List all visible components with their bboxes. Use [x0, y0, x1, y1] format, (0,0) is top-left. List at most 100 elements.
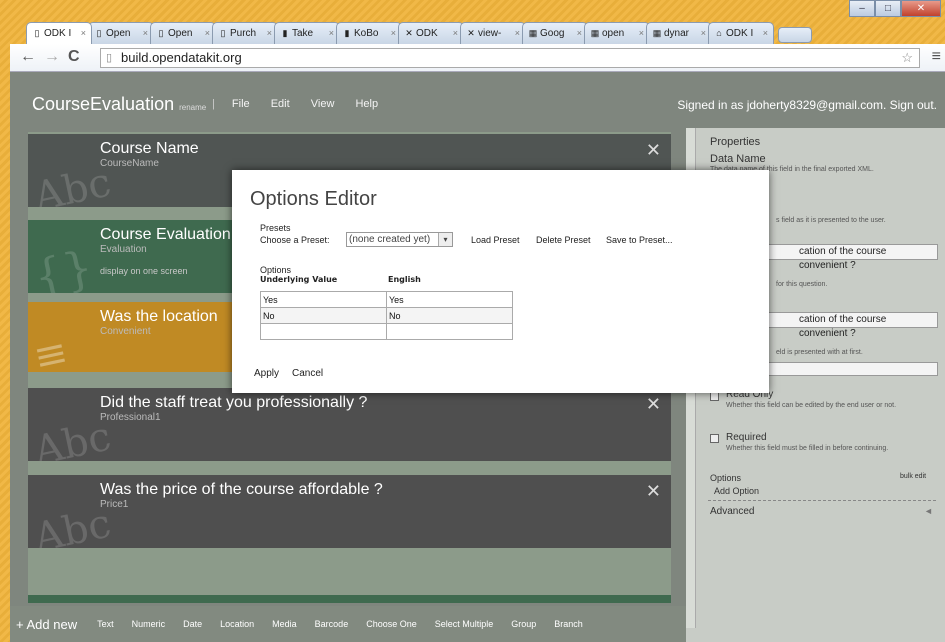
app-menu: | File Edit View Help: [212, 98, 396, 110]
load-preset-button[interactable]: Load Preset: [471, 235, 520, 245]
english-cell[interactable]: No: [386, 307, 513, 324]
home-icon: ⌂: [716, 28, 722, 38]
close-tab-icon[interactable]: ×: [329, 23, 334, 43]
add-text-button[interactable]: Text: [97, 619, 114, 629]
col-underlying-value: Underlying Value: [260, 275, 338, 284]
tab-5[interactable]: ▮ KoBo ×: [336, 22, 402, 44]
add-select-multiple-button[interactable]: Select Multiple: [435, 619, 494, 629]
tab-7[interactable]: ✕ view- ×: [460, 22, 526, 44]
wrench-menu-icon[interactable]: ≡: [932, 48, 941, 66]
maximize-button[interactable]: □: [875, 0, 901, 17]
question-card-price[interactable]: Abc Was the price of the course affordab…: [28, 475, 671, 548]
page-icon: ▯: [106, 52, 113, 64]
value-cell[interactable]: [260, 323, 387, 340]
tab-1[interactable]: ▯ Open ×: [88, 22, 154, 44]
card-subtitle: Convenient: [100, 326, 151, 337]
add-location-button[interactable]: Location: [220, 619, 254, 629]
choice-icon: ≡: [29, 329, 72, 372]
tab-3[interactable]: ▯ Purch ×: [212, 22, 278, 44]
card-title: Course Name: [100, 140, 199, 157]
menu-edit[interactable]: Edit: [271, 98, 290, 110]
close-tab-icon[interactable]: ×: [391, 23, 396, 43]
preset-select[interactable]: (none created yet) ▾: [346, 232, 453, 247]
google-icon: ▦: [590, 28, 600, 38]
minimize-button[interactable]: –: [849, 0, 875, 17]
hint-desc: for this question.: [776, 281, 828, 288]
close-tab-icon[interactable]: ×: [81, 23, 86, 43]
advanced-toggle[interactable]: Advanced: [710, 506, 754, 517]
add-date-button[interactable]: Date: [183, 619, 202, 629]
tab-strip: ▯ ODK I × ▯ Open × ▯ Open × ▯ Purch × ▮ Take × ▮ KoBo × ✕ O…: [26, 22, 812, 44]
add-option-link[interactable]: Add Option: [714, 486, 759, 496]
add-choose-one-button[interactable]: Choose One: [366, 619, 417, 629]
options-editor-dialog: Options Editor Presets Choose a Preset: …: [232, 170, 769, 393]
tab-label: view-: [478, 28, 502, 39]
close-tab-icon[interactable]: ×: [205, 23, 210, 43]
forward-arrow-icon[interactable]: →: [44, 49, 60, 65]
value-cell[interactable]: No: [260, 307, 387, 324]
close-tab-icon[interactable]: ×: [143, 23, 148, 43]
tab-0[interactable]: ▯ ODK I ×: [26, 22, 92, 44]
close-tab-icon[interactable]: ×: [701, 23, 706, 43]
add-numeric-button[interactable]: Numeric: [132, 619, 166, 629]
add-media-button[interactable]: Media: [272, 619, 297, 629]
save-preset-button[interactable]: Save to Preset...: [606, 235, 673, 245]
address-bar[interactable]: ▯ build.opendatakit.org ☆: [100, 48, 920, 68]
signed-in-status[interactable]: Signed in as jdoherty8329@gmail.com. Sig…: [677, 98, 937, 112]
label-desc: s field as it is presented to the user.: [776, 217, 886, 224]
tab-11[interactable]: ⌂ ODK I ×: [708, 22, 774, 44]
add-group-button[interactable]: Group: [511, 619, 536, 629]
close-icon[interactable]: ✕: [646, 394, 661, 415]
english-cell[interactable]: [386, 323, 513, 340]
question-card-staff[interactable]: Abc Did the staff treat you professional…: [28, 388, 671, 461]
add-new-label: + Add new: [16, 616, 78, 632]
tab-label: ODK I: [44, 28, 72, 39]
cancel-button[interactable]: Cancel: [292, 368, 323, 379]
tab-label: Purch: [230, 28, 257, 39]
delete-preset-button[interactable]: Delete Preset: [536, 235, 591, 245]
reload-icon[interactable]: C: [68, 49, 80, 65]
close-icon[interactable]: ✕: [646, 481, 661, 502]
close-tab-icon[interactable]: ×: [763, 23, 768, 43]
read-only-checkbox[interactable]: [710, 392, 719, 401]
apply-button[interactable]: Apply: [254, 368, 279, 379]
new-tab-button[interactable]: [778, 27, 812, 43]
back-arrow-icon[interactable]: ←: [20, 49, 36, 65]
card-subtitle: Professional1: [100, 412, 161, 423]
tab-2[interactable]: ▯ Open ×: [150, 22, 216, 44]
tab-8[interactable]: ▦ Goog ×: [522, 22, 588, 44]
value-cell[interactable]: Yes: [260, 291, 387, 308]
add-branch-button[interactable]: Branch: [554, 619, 583, 629]
tab-label: open: [602, 28, 625, 39]
close-tab-icon[interactable]: ×: [515, 23, 520, 43]
close-tab-icon[interactable]: ×: [453, 23, 458, 43]
doc-icon: ▮: [344, 28, 350, 38]
tab-label: dynar: [664, 28, 690, 39]
tab-10[interactable]: ▦ dynar ×: [646, 22, 712, 44]
odk-icon: ✕: [467, 28, 475, 38]
card-title: Was the location: [100, 308, 218, 325]
tab-9[interactable]: ▦ open ×: [584, 22, 650, 44]
tab-label: Take: [292, 28, 314, 39]
triangle-left-icon[interactable]: ◄: [924, 506, 933, 516]
close-tab-icon[interactable]: ×: [267, 23, 272, 43]
window-controls: – □ ✕: [849, 0, 941, 20]
close-tab-icon[interactable]: ×: [639, 23, 644, 43]
tab-6[interactable]: ✕ ODK ×: [398, 22, 464, 44]
required-checkbox[interactable]: [710, 434, 719, 443]
menu-file[interactable]: File: [232, 98, 250, 110]
odk-icon: ✕: [405, 28, 413, 38]
close-tab-icon[interactable]: ×: [577, 23, 582, 43]
bulk-edit-link[interactable]: bulk edit: [900, 473, 926, 480]
english-cell[interactable]: Yes: [386, 291, 513, 308]
add-barcode-button[interactable]: Barcode: [315, 619, 349, 629]
rename-link[interactable]: rename: [179, 103, 206, 112]
menu-help[interactable]: Help: [355, 98, 378, 110]
close-icon[interactable]: ✕: [646, 140, 661, 161]
properties-title: Properties: [710, 136, 761, 148]
close-window-button[interactable]: ✕: [901, 0, 941, 17]
tab-4[interactable]: ▮ Take ×: [274, 22, 340, 44]
card-subtitle: CourseName: [100, 158, 159, 169]
menu-view[interactable]: View: [311, 98, 335, 110]
bookmark-star-icon[interactable]: ☆: [901, 49, 913, 67]
